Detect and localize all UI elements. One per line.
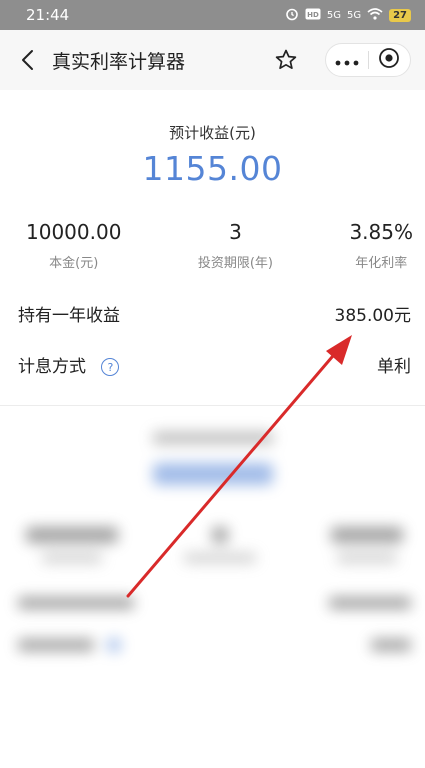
stat-label: 年化利率 bbox=[355, 256, 408, 271]
expected-profit-value: 1155.00 bbox=[142, 149, 283, 188]
close-program-button[interactable] bbox=[369, 44, 411, 76]
annual-profit-value: 385.00元 bbox=[334, 306, 411, 326]
blurred-profit-value bbox=[0, 456, 425, 495]
blurred-stat bbox=[174, 525, 266, 565]
nav-bar: 真实利率计算器 bbox=[0, 30, 425, 90]
stat-rate: 3.85% 年化利率 bbox=[349, 220, 413, 271]
network-label-2: 5G bbox=[346, 9, 362, 21]
hd-icon: HD bbox=[305, 8, 321, 23]
blurred-profit-label bbox=[0, 430, 425, 450]
interest-method-row: 计息方式 ? 单利 bbox=[0, 352, 425, 377]
page-title: 真实利率计算器 bbox=[52, 50, 186, 73]
signal-5g-icon: 5G bbox=[327, 10, 341, 21]
status-icons: HD 5G 5G 27 bbox=[285, 7, 411, 24]
more-dots-icon bbox=[335, 51, 359, 70]
help-icon[interactable]: ? bbox=[101, 358, 120, 376]
blurred-stats-row bbox=[0, 525, 425, 565]
mini-program-capsule bbox=[325, 43, 411, 77]
battery-icon: 27 bbox=[389, 8, 411, 22]
stat-value: 3.85% bbox=[349, 220, 413, 244]
signal-5g-icon: 5G bbox=[347, 10, 361, 21]
blurred-stat bbox=[321, 525, 413, 565]
star-icon[interactable] bbox=[273, 47, 299, 73]
blurred-row bbox=[0, 637, 425, 653]
status-bar: 21:44 HD 5G 5G 27 bbox=[0, 0, 425, 30]
blurred-row bbox=[0, 595, 425, 611]
expected-profit-label: 预计收益(元) bbox=[169, 124, 256, 142]
network-label-1: 5G bbox=[326, 9, 341, 21]
stat-value: 10000.00 bbox=[26, 220, 122, 244]
interest-method-label-group: 计息方式 ? bbox=[18, 352, 120, 377]
stat-principal: 10000.00 本金(元) bbox=[26, 220, 121, 271]
interest-method-value[interactable]: 单利 bbox=[377, 352, 411, 377]
svg-text:HD: HD bbox=[307, 11, 319, 19]
blurred-stat bbox=[26, 525, 118, 565]
stat-label: 本金(元) bbox=[49, 256, 99, 271]
wifi-icon bbox=[367, 7, 383, 23]
alarm-icon bbox=[285, 7, 299, 24]
battery-level: 27 bbox=[393, 9, 407, 21]
blurred-duplicate-section bbox=[0, 406, 425, 653]
interest-method-label: 计息方式 bbox=[18, 357, 86, 377]
stat-label: 投资期限(年) bbox=[197, 256, 274, 271]
annual-profit-row: 持有一年收益 385.00元 bbox=[0, 301, 425, 326]
stats-row: 10000.00 本金(元) 3 投资期限(年) 3.85% 年化利率 bbox=[0, 220, 425, 271]
status-time: 21:44 bbox=[26, 6, 70, 24]
target-circle-icon bbox=[378, 47, 400, 73]
annual-profit-label: 持有一年收益 bbox=[18, 306, 120, 326]
more-menu-button[interactable] bbox=[326, 44, 368, 76]
stat-term: 3 投资期限(年) bbox=[198, 220, 273, 271]
calculator-result: 预计收益(元) 1155.00 10000.00 本金(元) 3 投资期限(年)… bbox=[0, 90, 425, 406]
stat-value: 3 bbox=[229, 220, 242, 244]
back-icon[interactable] bbox=[16, 49, 38, 71]
